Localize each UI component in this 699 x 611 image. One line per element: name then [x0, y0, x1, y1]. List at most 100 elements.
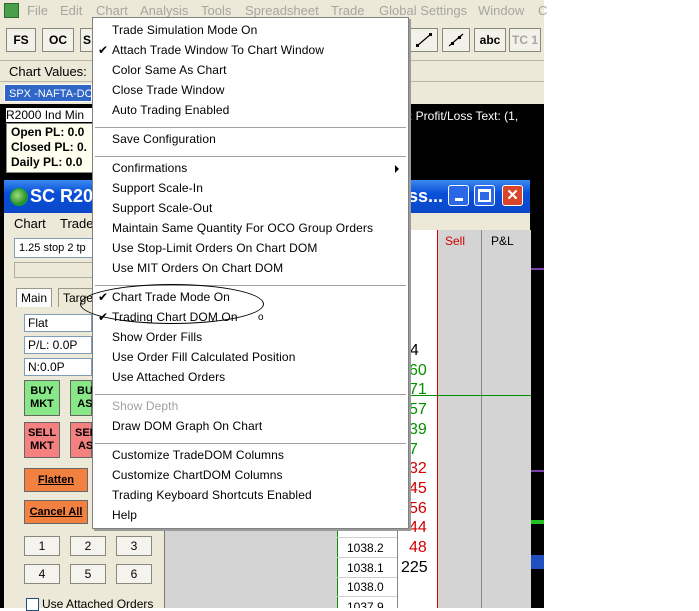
order-config-combo[interactable]: 1.25 stop 2 tp — [14, 238, 94, 258]
minimize-icon — [454, 198, 463, 201]
menu-item-customize-chartdom-columns[interactable]: Customize ChartDOM Columns — [112, 468, 283, 482]
buy-ask-button[interactable]: BU AS — [70, 380, 93, 416]
chart-volume-bar — [530, 555, 544, 569]
oc-button[interactable]: OC — [42, 28, 74, 52]
text-tool-button[interactable]: abc — [474, 28, 506, 52]
app-icon — [4, 3, 19, 18]
tab-main[interactable]: Main — [16, 288, 53, 307]
chart-symbol-header: R2000 Ind Min — [6, 108, 96, 122]
chart-bar-green — [530, 520, 544, 524]
menu-spreadsheet[interactable]: Spreadsheet — [245, 3, 319, 18]
dom-column-divider — [481, 230, 482, 608]
dom-quantity-cell[interactable]: 56 — [409, 500, 427, 518]
menu-item-trading-keyboard-shortcuts-enabled[interactable]: Trading Keyboard Shortcuts Enabled — [112, 488, 312, 502]
maximize-button[interactable] — [474, 185, 495, 206]
menu-item-use-attached-orders[interactable]: Use Attached Orders — [112, 370, 225, 384]
dom-price-cell[interactable]: 1038.2 — [347, 541, 384, 555]
highlight-ellipse-annotation — [80, 284, 264, 324]
menu-item-use-stop-limit-orders-on-chart-dom[interactable]: Use Stop-Limit Orders On Chart DOM — [112, 241, 317, 255]
tw-menu-trade[interactable]: Trade — [60, 216, 93, 231]
close-button[interactable]: ✕ — [502, 185, 523, 206]
qty-button-6[interactable]: 6 — [116, 564, 152, 584]
dom-quantity-cell[interactable]: 71 — [409, 381, 427, 399]
menu-item-show-order-fills[interactable]: Show Order Fills — [112, 330, 202, 344]
fs-button[interactable]: FS — [6, 28, 36, 52]
ray-tool-icon — [448, 33, 464, 47]
dom-row-divider — [337, 537, 397, 539]
dom-quantity-cell[interactable]: 39 — [409, 421, 427, 439]
dom-row-divider — [337, 596, 397, 598]
menu-item-support-scale-out[interactable]: Support Scale-Out — [112, 201, 212, 215]
draw-line-tool-button[interactable] — [410, 28, 438, 52]
draw-ray-tool-button[interactable] — [442, 28, 470, 52]
menu-trade[interactable]: Trade — [331, 3, 364, 18]
menu-item-support-scale-in[interactable]: Support Scale-In — [112, 181, 203, 195]
menu-item-use-mit-orders-on-chart-dom[interactable]: Use MIT Orders On Chart DOM — [112, 261, 283, 275]
menu-overflow[interactable]: C — [538, 3, 547, 18]
chart-tab[interactable]: SPX -NAFTA-DO — [4, 84, 92, 102]
menu-file[interactable]: File — [27, 3, 48, 18]
menu-item-save-configuration[interactable]: Save Configuration — [112, 132, 216, 146]
menu-item-maintain-same-quantity-for-oco-group-orders[interactable]: Maintain Same Quantity For OCO Group Ord… — [112, 221, 373, 235]
n-field: N:0.0P — [24, 358, 92, 376]
trade-window-context-menu: Trade Simulation Mode On Attach Trade Win… — [92, 17, 409, 529]
tw-menu-chart[interactable]: Chart — [14, 216, 46, 231]
checkmark-icon: ✔ — [98, 43, 109, 57]
menu-analysis[interactable]: Analysis — [140, 3, 188, 18]
close-icon: ✕ — [506, 187, 519, 204]
menu-item-color-same-as-chart[interactable]: Color Same As Chart — [112, 63, 227, 77]
qty-button-4[interactable]: 4 — [24, 564, 60, 584]
menu-item-use-order-fill-calculated-position[interactable]: Use Order Fill Calculated Position — [112, 350, 295, 364]
menu-item-auto-trading-enabled[interactable]: Auto Trading Enabled — [112, 103, 229, 117]
submenu-arrow-icon — [395, 165, 399, 173]
menu-tools[interactable]: Tools — [201, 3, 231, 18]
sell-column-divider — [437, 230, 438, 608]
dom-price-cell[interactable]: 1038.1 — [347, 561, 384, 575]
buy-market-button[interactable]: BUY MKT — [24, 380, 60, 416]
menu-item-confirmations[interactable]: Confirmations — [112, 161, 187, 175]
dom-price-cell[interactable]: 1038.0 — [347, 580, 384, 594]
pl-summary-box: Open PL: 0.0 Closed PL: 0. Daily PL: 0.0 — [6, 123, 94, 173]
menu-item-attach-trade-window-to-chart-window[interactable]: Attach Trade Window To Chart Window — [112, 43, 324, 57]
dom-quantity-cell[interactable]: 7 — [409, 441, 418, 459]
flatten-button[interactable]: Flatten — [24, 468, 88, 492]
globe-icon — [10, 188, 28, 206]
tc1-button[interactable]: TC 1 — [509, 28, 541, 52]
dom-quantity-cell[interactable]: 45 — [409, 480, 427, 498]
trade-window-title-tail: ss... — [408, 186, 444, 206]
menu-item-trade-simulation-mode-on[interactable]: Trade Simulation Mode On — [112, 23, 257, 37]
qty-button-1[interactable]: 1 — [24, 536, 60, 556]
closed-pl: Closed PL: 0. — [11, 140, 88, 154]
dom-quantity-cell[interactable]: 32 — [409, 460, 427, 478]
line-tool-icon — [416, 33, 432, 47]
cancel-all-button[interactable]: Cancel All — [24, 500, 88, 524]
use-attached-orders-checkbox[interactable] — [26, 598, 39, 611]
qty-button-3[interactable]: 3 — [116, 536, 152, 556]
menu-window[interactable]: Window — [478, 3, 524, 18]
sell-ask-button[interactable]: SEL AS — [70, 422, 96, 458]
menu-item-draw-dom-graph-on-chart[interactable]: Draw DOM Graph On Chart — [112, 419, 262, 433]
qty-button-2[interactable]: 2 — [70, 536, 106, 556]
menu-item-customize-tradedom-columns[interactable]: Customize TradeDOM Columns — [112, 448, 284, 462]
dom-quantity-cell[interactable]: 57 — [409, 401, 427, 419]
position-field: Flat — [24, 314, 92, 332]
menu-separator — [95, 394, 406, 395]
menu-edit[interactable]: Edit — [60, 3, 82, 18]
qty-button-5[interactable]: 5 — [70, 564, 106, 584]
menu-chart[interactable]: Chart — [96, 3, 128, 18]
dom-price-cell[interactable]: 1037.9 — [347, 600, 384, 608]
pl-field: P/L: 0.0P — [24, 336, 92, 354]
menu-global-settings[interactable]: Global Settings — [379, 3, 467, 18]
minimize-button[interactable] — [448, 185, 469, 206]
menu-item-help[interactable]: Help — [112, 508, 137, 522]
dom-quantity-cell[interactable]: 48 — [409, 539, 427, 557]
dom-quantity-cell[interactable]: 225 — [401, 559, 428, 577]
menu-item-close-trade-window[interactable]: Close Trade Window — [112, 83, 225, 97]
sell-market-button[interactable]: SELL MKT — [24, 422, 60, 458]
profit-loss-text: : Profit/Loss Text: (1, — [409, 109, 519, 123]
dom-quantity-cell[interactable]: 44 — [409, 519, 427, 537]
dom-row-divider — [337, 576, 397, 578]
menu-item-show-depth: Show Depth — [112, 399, 179, 413]
dom-quantity-cell[interactable]: 60 — [409, 362, 427, 380]
pl-header: P&L — [491, 234, 514, 248]
